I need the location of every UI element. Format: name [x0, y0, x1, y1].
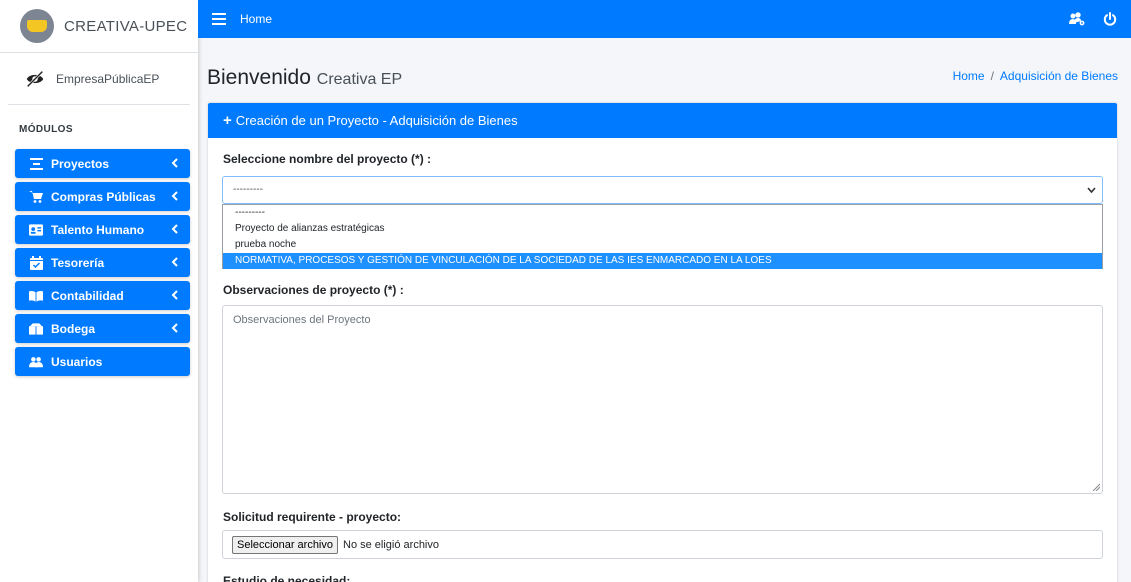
nav-header: MÓDULOS	[19, 124, 73, 135]
power-icon[interactable]	[1103, 12, 1117, 26]
sidebar-item-bodega[interactable]: Bodega	[15, 314, 190, 343]
topbar-right-icons	[1069, 12, 1117, 26]
user-name: EmpresaPúblicaEP	[56, 71, 160, 86]
sidebar-item-label: Talento Humano	[51, 222, 145, 237]
sidebar-item-usuarios[interactable]: Usuarios	[15, 347, 190, 376]
page-title: Bienvenido Creativa EP	[207, 66, 402, 90]
dropdown-option-highlighted[interactable]: NORMATIVA, PROCESOS Y GESTIÓN DE VINCULA…	[223, 253, 1102, 269]
page-subtitle: Creativa EP	[316, 71, 403, 88]
user-panel[interactable]: EmpresaPúblicaEP	[8, 53, 190, 105]
boxes-icon	[29, 322, 43, 336]
file-status-text: No se eligió archivo	[343, 538, 439, 551]
top-navbar: Home	[198, 0, 1131, 38]
dropdown-option[interactable]: Proyecto de alianzas estratégicas	[223, 221, 1102, 237]
chevron-left-icon	[171, 158, 178, 168]
card-header: + Creación de un Proyecto - Adquisición …	[208, 103, 1117, 138]
request-file-input[interactable]: Seleccionar archivo No se eligió archivo	[222, 530, 1103, 559]
chevron-left-icon	[171, 257, 178, 267]
users-cog-icon[interactable]	[1069, 12, 1085, 26]
project-select-value: ---------	[233, 184, 263, 195]
observations-label: Observaciones de proyecto (*) :	[223, 283, 404, 297]
sidebar-item-tesoreria[interactable]: Tesorería	[15, 248, 190, 277]
page-title-main: Bienvenido	[207, 66, 311, 89]
sidebar-item-label: Bodega	[51, 321, 96, 336]
id-card-icon	[29, 223, 43, 237]
book-open-icon	[29, 289, 43, 303]
dropdown-option[interactable]: prueba noche	[223, 237, 1102, 253]
breadcrumb: Home / Adquisición de Bienes	[953, 69, 1118, 83]
breadcrumb-separator: /	[990, 69, 994, 83]
sidebar-item-label: Proyectos	[51, 156, 110, 171]
brand-name: CREATIVA-UPEC	[64, 17, 188, 35]
align-center-icon	[29, 157, 43, 171]
sidebar-item-label: Contabilidad	[51, 288, 124, 303]
chevron-left-icon	[171, 224, 178, 234]
request-file-label: Solicitud requirente - proyecto:	[223, 510, 402, 524]
breadcrumb-current[interactable]: Adquisición de Bienes	[1000, 69, 1118, 83]
shopping-cart-icon	[29, 190, 43, 204]
study-file-label: Estudio de necesidad:	[223, 574, 351, 582]
hamburger-menu-icon[interactable]	[212, 13, 226, 25]
project-options-list: --------- Proyecto de alianzas estratégi…	[222, 204, 1103, 269]
chevron-left-icon	[171, 191, 178, 201]
dropdown-option[interactable]: ---------	[223, 205, 1102, 221]
observations-placeholder: Observaciones del Proyecto	[233, 314, 371, 326]
chevron-left-icon	[171, 290, 178, 300]
sidebar-item-contabilidad[interactable]: Contabilidad	[15, 281, 190, 310]
observations-textarea[interactable]: Observaciones del Proyecto	[222, 305, 1103, 494]
nav-home-link[interactable]: Home	[240, 12, 272, 26]
sidebar: CREATIVA-UPEC EmpresaPúblicaEP MÓDULOS P…	[0, 0, 198, 582]
brand-link[interactable]: CREATIVA-UPEC	[0, 0, 198, 53]
plus-icon: +	[223, 112, 232, 129]
sidebar-item-label: Compras Públicas	[51, 189, 156, 204]
resize-grip-icon[interactable]	[1092, 483, 1100, 491]
breadcrumb-home-link[interactable]: Home	[953, 69, 985, 83]
project-form-card: + Creación de un Proyecto - Adquisición …	[208, 103, 1117, 582]
sidebar-item-compras-publicas[interactable]: Compras Públicas	[15, 182, 190, 211]
choose-file-button[interactable]: Seleccionar archivo	[232, 535, 338, 554]
chevron-left-icon	[171, 323, 178, 333]
sidebar-item-label: Usuarios	[51, 354, 103, 369]
card-title: Creación de un Proyecto - Adquisición de…	[235, 113, 518, 128]
users-icon	[29, 355, 43, 369]
sidebar-item-talento-humano[interactable]: Talento Humano	[15, 215, 190, 244]
chevron-down-icon	[1087, 187, 1096, 194]
project-select-label: Seleccione nombre del proyecto (*) :	[223, 152, 432, 166]
brand-logo-icon	[20, 9, 54, 43]
sidebar-item-proyectos[interactable]: Proyectos	[15, 149, 190, 178]
calendar-check-icon	[29, 255, 43, 270]
project-select[interactable]: ---------	[222, 176, 1103, 204]
sidebar-item-label: Tesorería	[51, 255, 105, 270]
eye-slash-icon	[26, 70, 44, 87]
